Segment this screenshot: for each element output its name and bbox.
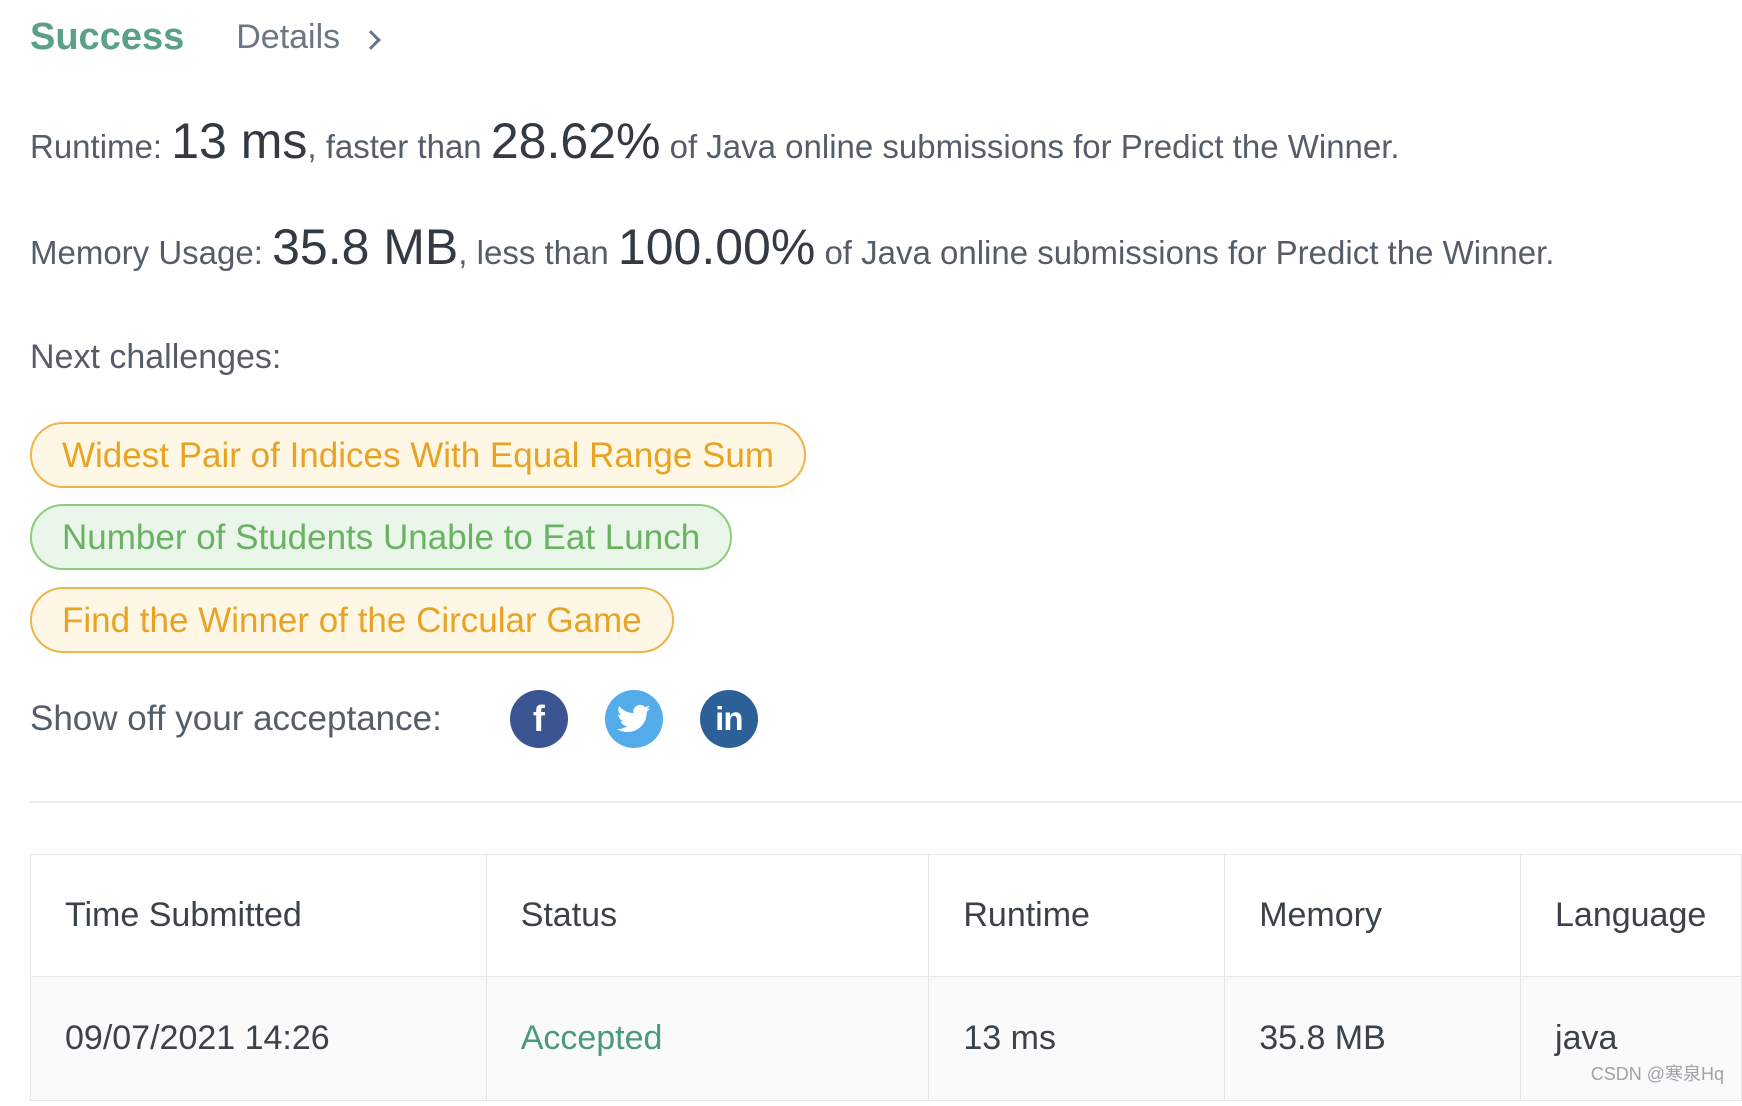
runtime-suffix: of Java online submissions for Predict t… [660, 128, 1400, 165]
cell-time-submitted: 09/07/2021 14:26 [30, 976, 487, 1101]
linkedin-icon[interactable]: in [699, 690, 758, 748]
runtime-value: 13 ms [171, 113, 308, 169]
tab-success[interactable]: Success [30, 16, 184, 59]
share-row: Show off your acceptance: f in [30, 690, 758, 748]
header-language[interactable]: Language [1520, 854, 1742, 977]
submissions-table: Time Submitted Status Runtime Memory Lan… [30, 854, 1742, 1101]
tab-details[interactable]: Details [236, 18, 382, 57]
twitter-bird-glyph [616, 704, 651, 733]
memory-suffix: of Java online submissions for Predict t… [815, 234, 1555, 271]
memory-percent: 100.00% [617, 219, 816, 275]
cell-memory: 35.8 MB [1224, 976, 1522, 1101]
header-memory[interactable]: Memory [1224, 854, 1522, 977]
header-status[interactable]: Status [485, 854, 930, 977]
runtime-summary: Runtime: 13 ms, faster than 28.62% of Ja… [30, 112, 1400, 170]
next-challenges-label: Next challenges: [30, 338, 282, 376]
runtime-mid: , faster than [307, 128, 491, 165]
tab-details-label: Details [236, 18, 341, 56]
cell-runtime: 13 ms [928, 976, 1226, 1101]
memory-value: 35.8 MB [272, 219, 459, 275]
memory-summary: Memory Usage: 35.8 MB, less than 100.00%… [30, 218, 1554, 276]
result-tabs: Success Details [30, 16, 382, 59]
facebook-icon[interactable]: f [509, 690, 568, 748]
challenge-chip-circular-game[interactable]: Find the Winner of the Circular Game [30, 587, 674, 653]
table-header-row: Time Submitted Status Runtime Memory Lan… [30, 854, 1742, 977]
twitter-icon[interactable] [604, 690, 663, 748]
header-runtime[interactable]: Runtime [928, 854, 1226, 977]
table-row: 09/07/2021 14:26 Accepted 13 ms 35.8 MB … [30, 976, 1742, 1101]
chevron-right-icon [361, 29, 382, 50]
watermark: CSDN @寒泉Hq [1590, 1064, 1724, 1084]
linkedin-glyph: in [715, 700, 743, 737]
challenge-chip-widest-pair[interactable]: Widest Pair of Indices With Equal Range … [30, 422, 806, 488]
memory-label: Memory Usage: [30, 234, 273, 271]
facebook-glyph: f [532, 698, 545, 739]
runtime-percent: 28.62% [490, 113, 661, 169]
challenge-chip-students-lunch[interactable]: Number of Students Unable to Eat Lunch [30, 504, 733, 570]
section-divider [30, 801, 1742, 803]
cell-status-link[interactable]: Accepted [485, 976, 930, 1101]
share-label: Show off your acceptance: [30, 699, 442, 738]
runtime-label: Runtime: [30, 128, 172, 165]
header-time-submitted[interactable]: Time Submitted [30, 854, 487, 977]
memory-mid: , less than [458, 234, 618, 271]
